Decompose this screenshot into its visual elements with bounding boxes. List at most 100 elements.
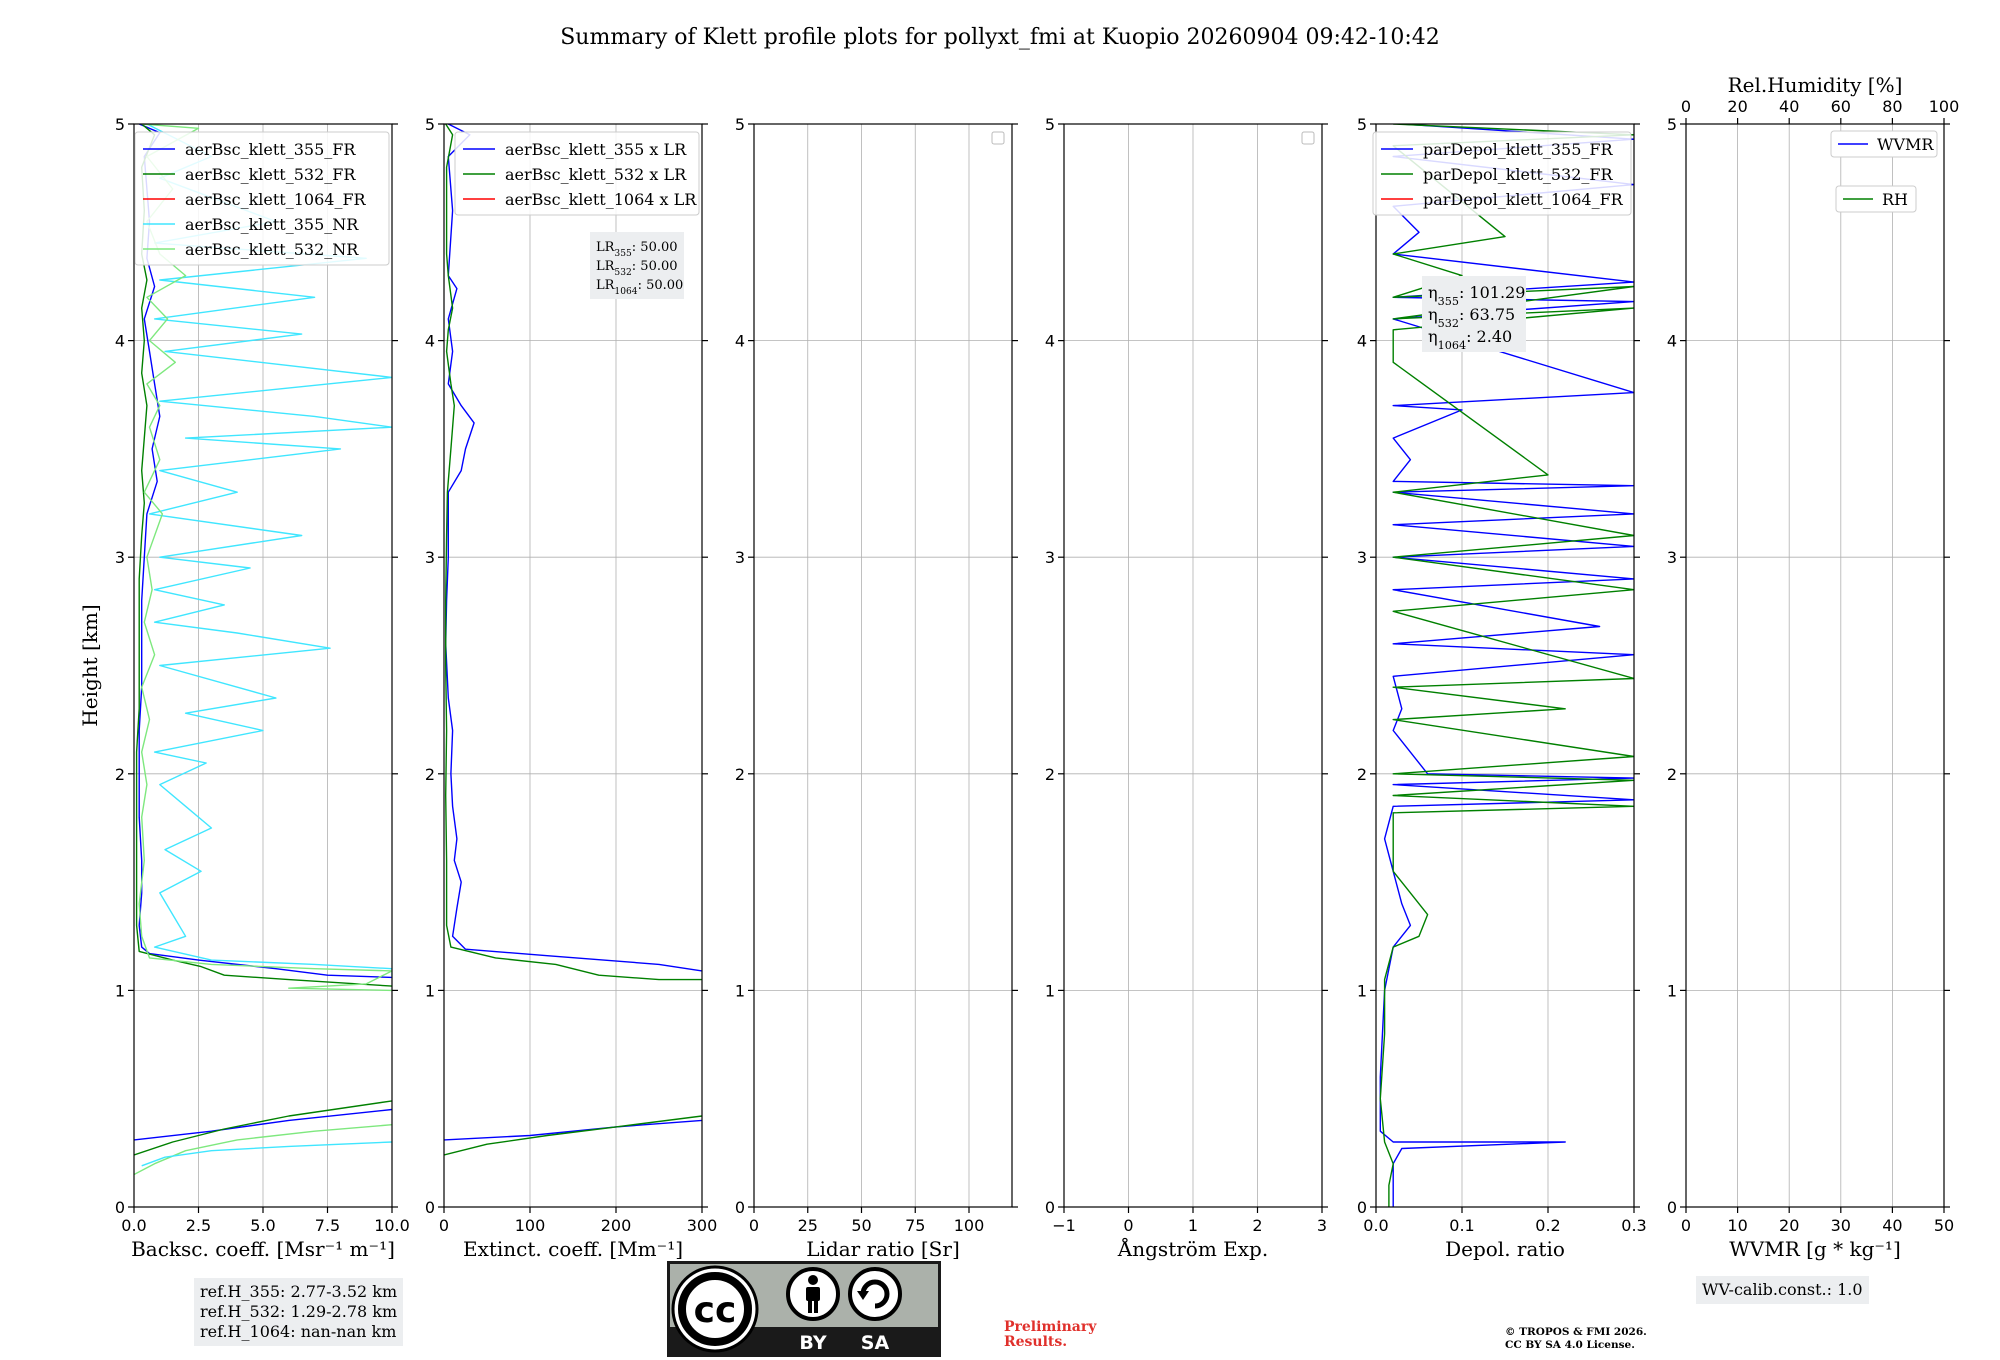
y-tick-label: 1 bbox=[1357, 981, 1367, 1000]
y-tick-label: 2 bbox=[1357, 765, 1367, 784]
x-tick-label: 3 bbox=[1317, 1216, 1327, 1235]
x-tick-label: 200 bbox=[601, 1216, 632, 1235]
x-tick-label: 1 bbox=[1188, 1216, 1198, 1235]
badge-by-label: BY bbox=[799, 1332, 826, 1354]
top-x-tick-label: 60 bbox=[1831, 97, 1851, 116]
y-tick-label: 4 bbox=[1667, 332, 1677, 351]
axes-frame bbox=[753, 123, 1013, 1208]
x-axis-label: Depol. ratio bbox=[1445, 1237, 1565, 1261]
x-tick-label: 30 bbox=[1831, 1216, 1851, 1235]
x-tick-label: 75 bbox=[905, 1216, 925, 1235]
y-tick-label: 2 bbox=[425, 765, 435, 784]
y-tick-label: 2 bbox=[115, 765, 125, 784]
figure-title: Summary of Klett profile plots for polly… bbox=[560, 25, 1440, 50]
x-tick-label: 50 bbox=[1934, 1216, 1954, 1235]
preliminary-line-1: Preliminary bbox=[1004, 1319, 1097, 1335]
y-tick-label: 3 bbox=[1357, 548, 1367, 567]
cc-by-sa-icon: cc BY SA bbox=[667, 1261, 941, 1357]
y-tick-label: 5 bbox=[1667, 115, 1677, 134]
copyright-note: © TROPOS & FMI 2026. CC BY SA 4.0 Licens… bbox=[1505, 1326, 1647, 1352]
y-tick-label: 4 bbox=[1045, 332, 1055, 351]
x-tick-label: 10.0 bbox=[374, 1216, 410, 1235]
y-tick-label: 2 bbox=[735, 765, 745, 784]
top-x-tick-label: 100 bbox=[1929, 97, 1960, 116]
top-x-tick-label: 40 bbox=[1779, 97, 1799, 116]
top-x-tick-label: 0 bbox=[1681, 97, 1691, 116]
legend-label: aerBsc_klett_355 x LR bbox=[505, 140, 687, 159]
legend-box: aerBsc_klett_355_FR aerBsc_klett_532_FRae… bbox=[134, 131, 390, 266]
top-x-tick-label: 20 bbox=[1727, 97, 1747, 116]
badge-sa-label: SA bbox=[861, 1332, 890, 1354]
y-tick-label: 1 bbox=[735, 981, 745, 1000]
eta-annotation: η355: 101.29η532: 63.75η1064: 2.40 bbox=[1422, 276, 1526, 352]
x-axis-label: Lidar ratio [Sr] bbox=[806, 1237, 960, 1261]
legend-box: aerBsc_klett_355 x LR aerBsc_klett_532 x … bbox=[454, 131, 700, 216]
x-tick-label: 20 bbox=[1779, 1216, 1799, 1235]
top-axis-label: Rel.Humidity [%] bbox=[1728, 73, 1903, 97]
figure: Summary of Klett profile plots for polly… bbox=[78, 25, 1959, 1261]
x-tick-label: 0.0 bbox=[121, 1216, 146, 1235]
legend-label: parDepol_klett_355_FR bbox=[1423, 140, 1614, 159]
sa-circle-icon bbox=[848, 1267, 902, 1321]
y-tick-label: 5 bbox=[1045, 115, 1055, 134]
lower-series-line-1 bbox=[444, 1119, 702, 1141]
y-tick-label: 2 bbox=[1667, 765, 1677, 784]
x-tick-label: 0.2 bbox=[1535, 1216, 1560, 1235]
x-tick-label: −1 bbox=[1052, 1216, 1076, 1235]
y-tick-label: 0 bbox=[735, 1198, 745, 1217]
legend-label: parDepol_klett_1064_FR bbox=[1423, 190, 1624, 209]
y-tick-label: 5 bbox=[115, 115, 125, 134]
empty-legend-box bbox=[1301, 131, 1315, 145]
y-tick-label: 0 bbox=[425, 1198, 435, 1217]
legend-label: aerBsc_klett_355_FR bbox=[185, 140, 356, 159]
reference-heights-box: ref.H_355: 2.77-3.52 km ref.H_532: 1.29-… bbox=[194, 1278, 404, 1346]
x-tick-label: 2.5 bbox=[186, 1216, 211, 1235]
y-tick-label: 1 bbox=[1667, 981, 1677, 1000]
panels: 0.0 2.5 5.0 7.5 10.0012345Backsc. coeff. [Ms… bbox=[78, 73, 1959, 1261]
legend-label: aerBsc_klett_355_NR bbox=[185, 215, 359, 234]
legend-label: aerBsc_klett_532 x LR bbox=[505, 165, 687, 184]
x-tick-label: 50 bbox=[851, 1216, 871, 1235]
y-tick-label: 1 bbox=[425, 981, 435, 1000]
cc-letters-icon: cc bbox=[694, 1290, 737, 1331]
preliminary-line-2: Results. bbox=[1004, 1334, 1068, 1350]
y-tick-label: 1 bbox=[1045, 981, 1055, 1000]
x-tick-label: 10 bbox=[1727, 1216, 1747, 1235]
y-tick-label: 5 bbox=[735, 115, 745, 134]
y-tick-label: 2 bbox=[1045, 765, 1055, 784]
legend-label: aerBsc_klett_532_NR bbox=[185, 240, 359, 259]
x-tick-label: 0.3 bbox=[1621, 1216, 1646, 1235]
chart-panel-5: 0.0 0.1 0.2 0.3 0 1 2 3 4 5 Depol. ratio parDepol_k… bbox=[1357, 115, 1647, 1261]
x-axis-label: WVMR [g * kg⁻¹] bbox=[1729, 1237, 1901, 1261]
ref-height-532: ref.H_532: 1.29-2.78 km bbox=[200, 1302, 398, 1321]
y-tick-label: 0 bbox=[1357, 1198, 1367, 1217]
legend-label: aerBsc_klett_1064 x LR bbox=[505, 190, 697, 209]
by-leg-left-icon bbox=[808, 1299, 812, 1313]
x-tick-label: 0.0 bbox=[1363, 1216, 1388, 1235]
chart-panel-1: 0.0 2.5 5.0 7.5 10.0 0 1 2 3 4 5 Backsc. coeff. [Ms… bbox=[78, 115, 410, 1261]
x-tick-label: 0 bbox=[749, 1216, 759, 1235]
axes-frame bbox=[1685, 123, 1945, 1208]
y-tick-label: 5 bbox=[1357, 115, 1367, 134]
y-tick-label: 3 bbox=[425, 548, 435, 567]
legend-box: RH bbox=[1835, 185, 1917, 213]
y-tick-label: 3 bbox=[1667, 548, 1677, 567]
legend-label: parDepol_klett_532_FR bbox=[1423, 165, 1614, 184]
empty-legend-box bbox=[991, 131, 1005, 145]
legend-label: aerBsc_klett_1064_FR bbox=[185, 190, 367, 209]
x-tick-label: 0.1 bbox=[1449, 1216, 1474, 1235]
x-tick-label: 100 bbox=[515, 1216, 546, 1235]
chart-panel-4: −1 0 1 2 3012345Ångström Exp. bbox=[1045, 115, 1328, 1261]
ref-height-1064: ref.H_1064: nan-nan km bbox=[200, 1322, 397, 1341]
x-axis-label: Backsc. coeff. [Msr⁻¹ m⁻¹] bbox=[131, 1237, 395, 1261]
y-tick-label: 4 bbox=[1357, 332, 1367, 351]
top-x-tick-label: 80 bbox=[1882, 97, 1902, 116]
preliminary-note: Preliminary Results. bbox=[1004, 1320, 1096, 1350]
y-axis-label: Height [km] bbox=[78, 604, 102, 726]
wv-calib-box: WV-calib.const.: 1.0 bbox=[1696, 1276, 1869, 1304]
y-tick-label: 0 bbox=[1667, 1198, 1677, 1217]
lower-series-line-2 bbox=[444, 1115, 702, 1156]
wv-calib-text: WV-calib.const.: 1.0 bbox=[1702, 1280, 1863, 1299]
x-tick-label: 0 bbox=[1123, 1216, 1133, 1235]
legend-box: WVMR bbox=[1830, 130, 1938, 158]
